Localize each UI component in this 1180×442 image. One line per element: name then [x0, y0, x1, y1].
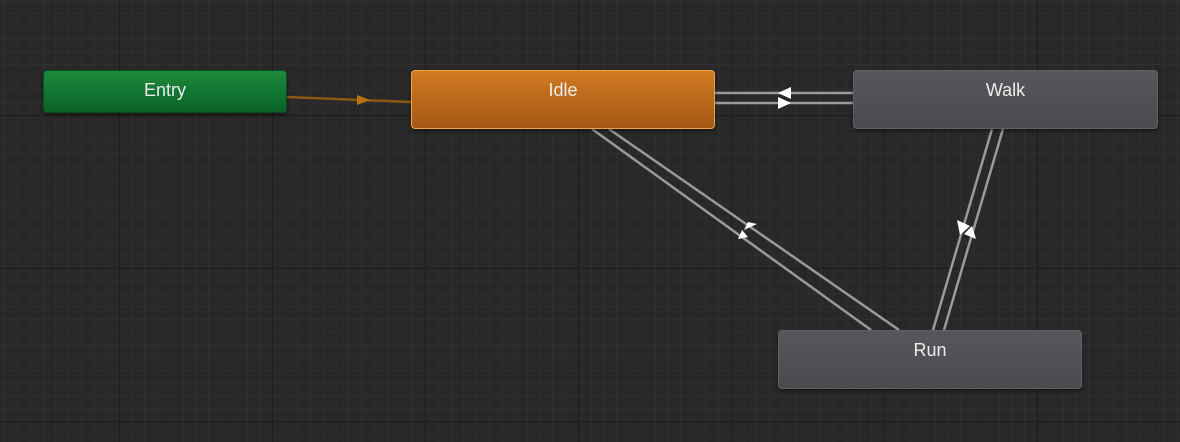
animator-graph-canvas[interactable]: Entry Idle Walk Run: [0, 0, 1180, 442]
transition-line[interactable]: [591, 127, 872, 332]
transition-run-to-idle[interactable]: [608, 127, 900, 332]
transition-walk-to-run[interactable]: [931, 128, 994, 331]
transition-idle-to-walk[interactable]: [715, 97, 853, 109]
state-node-idle[interactable]: Idle: [411, 70, 715, 129]
transition-arrow-icon: [357, 95, 370, 105]
transition-walk-to-idle[interactable]: [715, 87, 853, 99]
transition-entry-to-idle[interactable]: [286, 95, 412, 105]
transition-run-to-walk[interactable]: [942, 128, 1005, 331]
transition-line[interactable]: [286, 95, 412, 104]
transition-arrow-icon: [778, 97, 791, 109]
transition-arrow-icon: [778, 87, 791, 99]
state-label-idle: Idle: [548, 80, 578, 100]
state-label-entry: Entry: [143, 80, 186, 100]
state-label-walk: Walk: [985, 80, 1026, 100]
state-node-entry[interactable]: Entry: [43, 70, 287, 113]
transition-line[interactable]: [608, 127, 900, 332]
transition-idle-to-run[interactable]: [591, 127, 872, 332]
transition-line[interactable]: [942, 128, 1005, 331]
state-node-run[interactable]: Run: [778, 330, 1082, 389]
state-node-walk[interactable]: Walk: [853, 70, 1158, 129]
state-label-run: Run: [913, 340, 947, 360]
